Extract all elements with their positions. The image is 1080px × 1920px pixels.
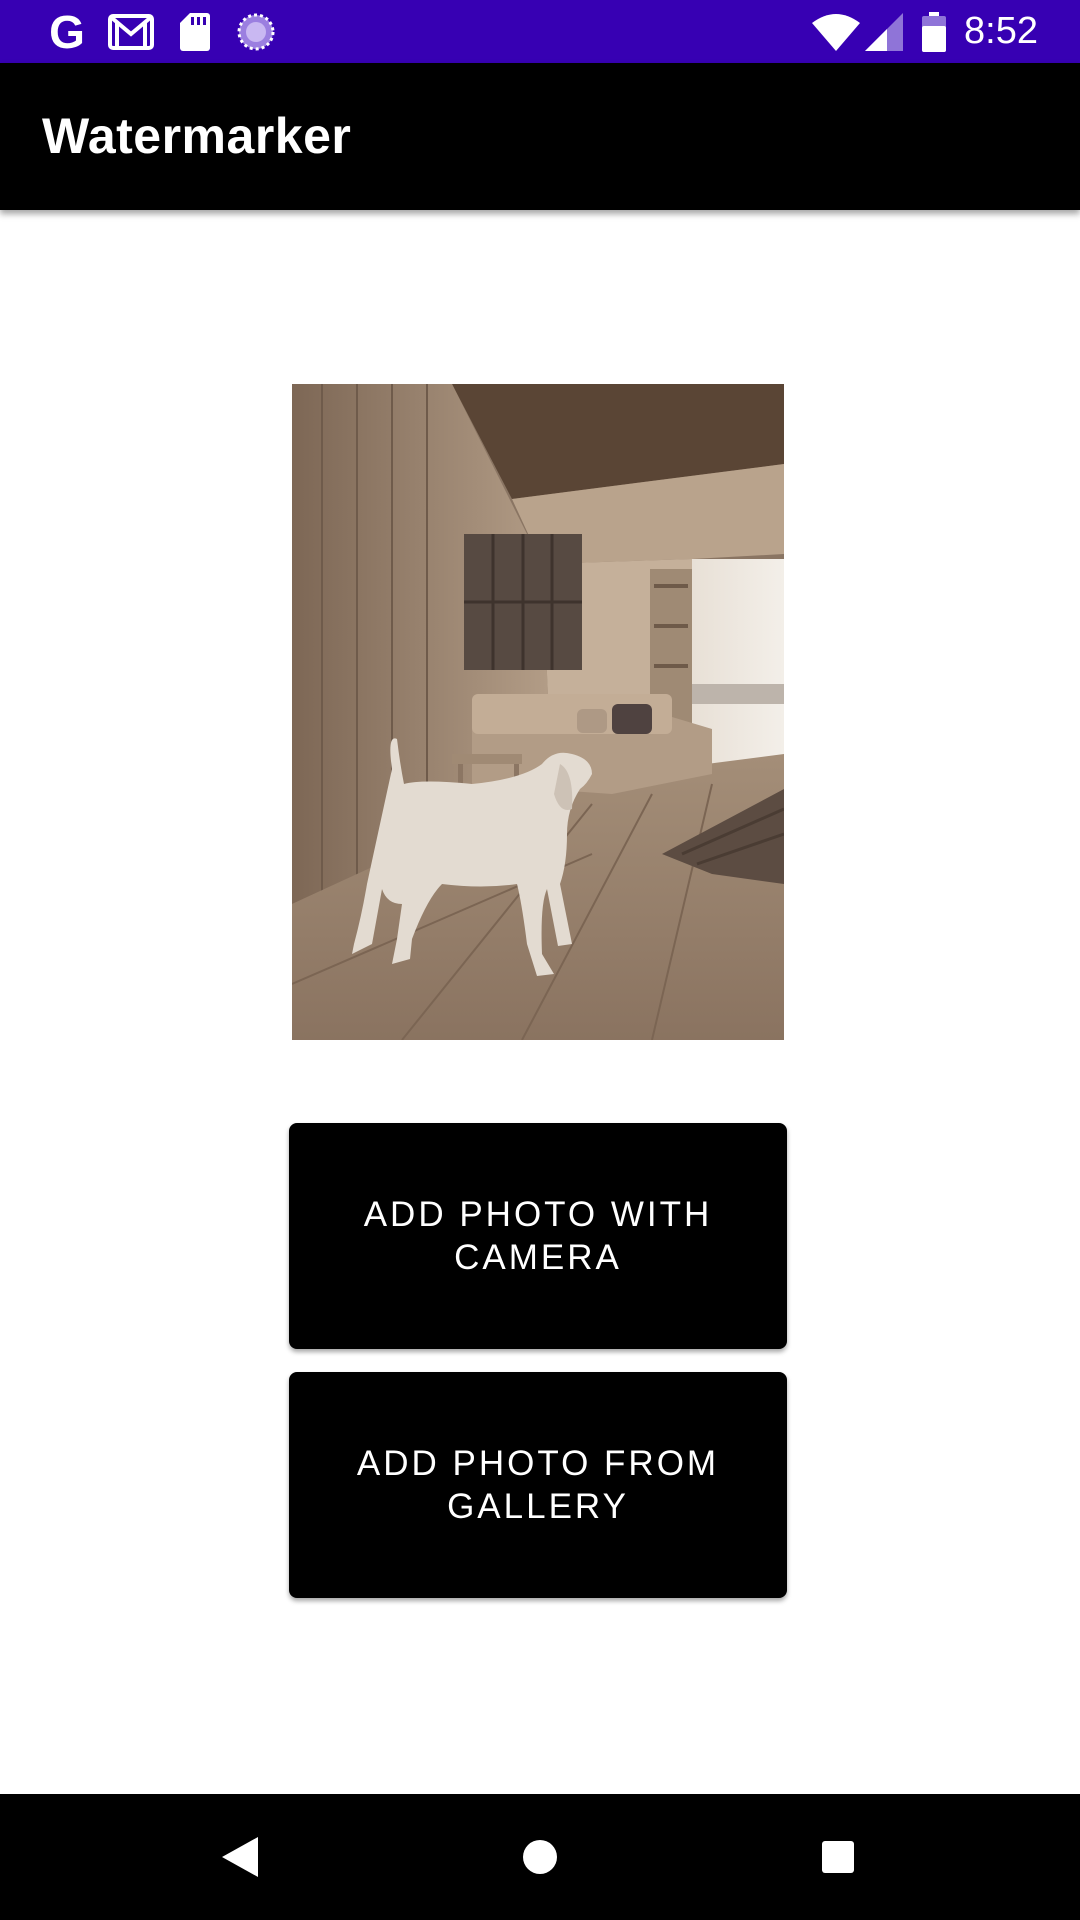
add-photo-gallery-button[interactable]: ADD PHOTO FROM GALLERY xyxy=(289,1372,787,1598)
add-photo-camera-button[interactable]: ADD PHOTO WITH CAMERA xyxy=(289,1123,787,1349)
signal-icon xyxy=(864,10,904,54)
loading-spinner-icon xyxy=(234,10,278,54)
app-title: Watermarker xyxy=(42,108,352,164)
status-time: 8:52 xyxy=(964,10,1038,52)
wifi-icon xyxy=(810,10,862,54)
gmail-icon xyxy=(108,10,154,54)
add-photo-gallery-label: ADD PHOTO FROM GALLERY xyxy=(356,1444,720,1526)
app-bar: Watermarker xyxy=(0,63,1080,210)
selected-photo xyxy=(292,384,784,1040)
add-photo-camera-label: ADD PHOTO WITH CAMERA xyxy=(363,1195,713,1277)
status-bar: G 8:52 xyxy=(0,0,1080,63)
home-icon[interactable] xyxy=(480,1794,600,1920)
sd-card-icon xyxy=(178,10,212,54)
navigation-bar xyxy=(0,1794,1080,1920)
back-icon[interactable] xyxy=(180,1794,300,1920)
battery-icon xyxy=(920,10,948,54)
google-icon: G xyxy=(49,6,85,58)
recent-apps-icon[interactable] xyxy=(778,1794,898,1920)
photo-room-dog-image xyxy=(292,384,784,1040)
